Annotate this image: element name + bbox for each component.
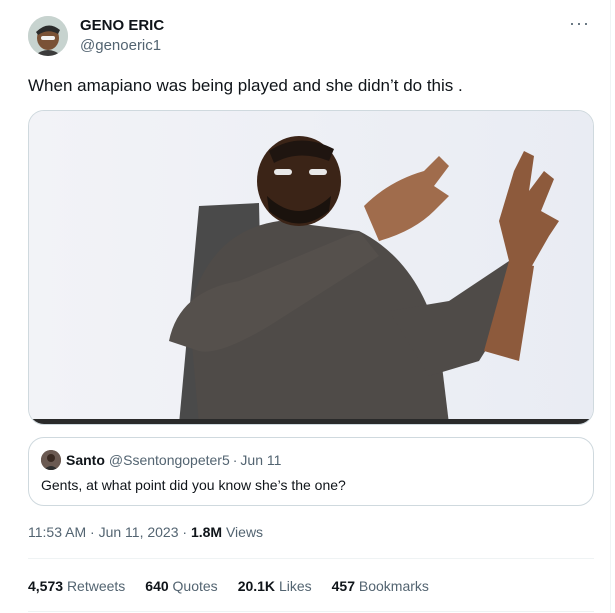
bookmarks-label: Bookmarks — [358, 578, 429, 594]
quotes-label: Quotes — [172, 578, 218, 594]
retweets-label: Retweets — [66, 578, 126, 594]
quotes-stat[interactable]: 640 Quotes — [145, 578, 217, 594]
divider-bottom — [28, 611, 594, 612]
meta-separator: · — [90, 524, 95, 540]
views-count: 1.8M — [190, 524, 223, 540]
quoted-date[interactable]: Jun 11 — [240, 452, 281, 468]
tweet-card: GENO ERIC @genoeric1 ··· When amapiano w… — [0, 0, 611, 613]
quoted-author-avatar[interactable] — [41, 450, 61, 470]
tweet-time[interactable]: 11:53 AM — [28, 524, 86, 540]
bookmarks-stat[interactable]: 457 Bookmarks — [332, 578, 429, 594]
quoted-tweet-header: Santo @Ssentongopeter5 · Jun 11 — [41, 450, 281, 470]
quotes-count: 640 — [145, 578, 169, 594]
divider — [28, 558, 594, 559]
tweet-header: GENO ERIC @genoeric1 — [28, 16, 164, 56]
author-names: GENO ERIC @genoeric1 — [80, 16, 164, 56]
quoted-separator: · — [232, 452, 238, 468]
retweets-stat[interactable]: 4,573 Retweets — [28, 578, 125, 594]
more-horizontal-icon[interactable]: ··· — [569, 14, 590, 32]
tweet-date[interactable]: Jun 11, 2023 — [99, 524, 179, 540]
tweet-media-image[interactable] — [28, 110, 594, 425]
likes-stat[interactable]: 20.1K Likes — [238, 578, 312, 594]
author-avatar[interactable] — [28, 16, 68, 56]
quoted-author-name[interactable]: Santo — [66, 452, 105, 468]
bookmarks-count: 457 — [331, 578, 355, 594]
author-handle[interactable]: @genoeric1 — [80, 36, 164, 56]
tweet-stats: 4,573 Retweets 640 Quotes 20.1K Likes 45… — [28, 578, 449, 594]
meta-separator-2: · — [182, 524, 188, 540]
quoted-tweet[interactable]: Santo @Ssentongopeter5 · Jun 11 Gents, a… — [28, 437, 594, 506]
views-label: Views — [225, 524, 264, 540]
likes-label: Likes — [278, 578, 312, 594]
quoted-author-handle[interactable]: @Ssentongopeter5 — [109, 452, 230, 468]
tweet-text: When amapiano was being played and she d… — [28, 76, 463, 95]
likes-count: 20.1K — [237, 578, 276, 594]
tweet-meta: 11:53 AM · Jun 11, 2023 · 1.8M Views — [28, 524, 263, 540]
author-display-name[interactable]: GENO ERIC — [80, 16, 164, 36]
quoted-tweet-text: Gents, at what point did you know she’s … — [41, 477, 346, 493]
retweets-count: 4,573 — [28, 578, 64, 594]
